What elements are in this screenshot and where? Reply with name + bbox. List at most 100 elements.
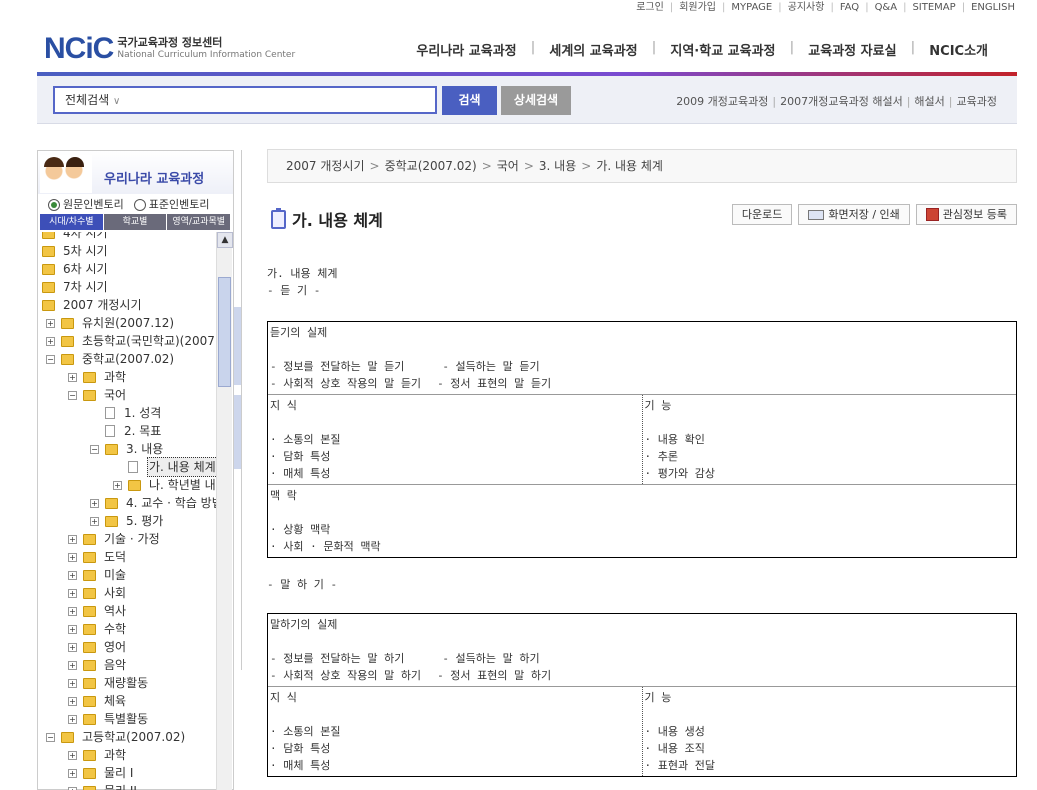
tree-item[interactable]: + 사회 [68, 584, 126, 602]
favorite-button[interactable]: 관심정보 등록 [915, 204, 1017, 225]
tree-item[interactable]: 가. 내용 체계 [113, 457, 216, 477]
topbar-link[interactable]: ENGLISH [971, 2, 1015, 13]
topbar-link[interactable]: 로그인 [636, 2, 664, 13]
scroll-thumb[interactable] [218, 277, 231, 387]
expand-toggle-icon[interactable]: + [90, 516, 99, 526]
tree-item[interactable]: + 수학 [68, 620, 126, 638]
quick-link[interactable]: 교육과정 [957, 95, 997, 108]
expand-toggle-icon[interactable]: + [68, 696, 77, 706]
tree-item[interactable]: + 유치원(2007.12) [46, 314, 174, 332]
tree-item[interactable]: − 국어 [68, 386, 126, 404]
sidebar-collapse-handle[interactable] [234, 307, 241, 385]
topbar-link[interactable]: MYPAGE [731, 2, 772, 13]
expand-toggle-icon[interactable]: − [46, 354, 55, 364]
tree-item[interactable]: + 초등학교(국민학교)(2007.02) [46, 332, 216, 350]
tree-item[interactable]: 5차 시기 [42, 242, 108, 260]
tree-item[interactable]: + 역사 [68, 602, 126, 620]
tree-item[interactable]: + 물리 II [68, 782, 137, 790]
print-button[interactable]: 화면저장 / 인쇄 [798, 204, 910, 225]
tree-item[interactable]: + 기술 · 가정 [68, 530, 160, 548]
tree-item[interactable]: + 체육 [68, 692, 126, 710]
tree-item[interactable]: 2007 개정시기 [42, 296, 142, 314]
tree-item[interactable]: + 도덕 [68, 548, 126, 566]
radio-icon[interactable] [133, 199, 146, 211]
expand-toggle-icon[interactable]: + [68, 642, 77, 652]
expand-toggle-icon[interactable]: + [68, 786, 77, 790]
radio-icon[interactable] [48, 199, 60, 211]
separator: | [669, 2, 674, 13]
topbar-link[interactable]: 공지사항 [788, 2, 825, 13]
breadcrumb-item[interactable]: 중학교(2007.02) [385, 159, 477, 173]
chevron-down-icon[interactable]: ∨ [113, 96, 120, 107]
tree-item[interactable]: + 재량활동 [68, 674, 148, 692]
gnb-item[interactable]: NCIC소개 [915, 40, 1002, 59]
breadcrumb-item[interactable]: 국어 [497, 159, 519, 173]
expand-toggle-icon[interactable]: + [68, 588, 77, 598]
search-button[interactable]: 검색 [442, 86, 497, 115]
topbar-link[interactable]: SITEMAP [912, 2, 955, 13]
topbar-link[interactable]: FAQ [840, 2, 859, 13]
sidebar-collapse-handle[interactable] [234, 395, 241, 469]
quick-link[interactable]: 2007개정교육과정 해설서 [780, 95, 903, 108]
expand-toggle-icon[interactable]: + [113, 480, 122, 490]
tree-item[interactable]: + 특별활동 [68, 710, 148, 728]
breadcrumb-item[interactable]: 가. 내용 체계 [596, 159, 663, 173]
expand-toggle-icon[interactable]: + [90, 498, 99, 508]
expand-toggle-icon[interactable]: + [68, 678, 77, 688]
tree-item[interactable]: 2. 목표 [90, 422, 161, 440]
expand-toggle-icon[interactable]: + [46, 336, 55, 346]
tree-item[interactable]: + 물리 I [68, 764, 133, 782]
expand-toggle-icon[interactable]: + [68, 372, 77, 382]
download-button[interactable]: 다운로드 [731, 204, 793, 225]
search-scope-select[interactable]: 전체검색 [65, 93, 109, 107]
breadcrumb-item[interactable]: 2007 개정시기 [286, 159, 365, 173]
ncic-logo[interactable]: NCiC 국가교육과정 정보센터 National Curriculum Inf… [44, 34, 295, 64]
tree-item[interactable]: − 중학교(2007.02) [46, 350, 174, 368]
expand-toggle-icon[interactable]: + [68, 606, 77, 616]
topbar-link[interactable]: 회원가입 [679, 2, 716, 13]
inventory-radio[interactable]: 원문인벤토리 [48, 196, 124, 212]
gnb-item[interactable]: 세계의 교육과정 [535, 40, 651, 59]
expand-toggle-icon[interactable]: + [68, 552, 77, 562]
expand-toggle-icon[interactable]: + [68, 624, 77, 634]
gnb-item[interactable]: 우리나라 교육과정 [402, 40, 530, 59]
expand-toggle-icon[interactable]: − [68, 390, 77, 400]
expand-toggle-icon[interactable]: + [68, 570, 77, 580]
tree-item[interactable]: − 3. 내용 [90, 440, 163, 458]
expand-toggle-icon[interactable]: + [68, 714, 77, 724]
tree-item[interactable]: +5. 평가 [90, 512, 163, 530]
tree-item[interactable]: + 영어 [68, 638, 126, 656]
tree-scrollbar[interactable]: ▲ [216, 232, 233, 790]
inventory-radio[interactable]: 표준인벤토리 [133, 196, 209, 212]
expand-toggle-icon[interactable]: + [46, 318, 55, 328]
tree-item[interactable]: 6차 시기 [42, 260, 108, 278]
expand-toggle-icon[interactable]: + [68, 768, 77, 778]
expand-toggle-icon[interactable]: + [68, 660, 77, 670]
tree-item[interactable]: + 음악 [68, 656, 126, 674]
quick-link[interactable]: 2009 개정교육과정 [676, 95, 768, 108]
sidebar-tab[interactable]: 학교별 [103, 214, 167, 230]
tree-item[interactable]: +4. 교수 · 학습 방법 [90, 494, 216, 512]
tree-item[interactable]: 7차 시기 [42, 278, 108, 296]
expand-toggle-icon[interactable]: + [68, 750, 77, 760]
detail-search-button[interactable]: 상세검색 [501, 86, 571, 115]
tree-item[interactable]: 1. 성격 [90, 404, 161, 422]
tree-item[interactable]: + 과학 [68, 746, 126, 764]
search-input[interactable]: 전체검색 ∨ [53, 86, 437, 114]
expand-toggle-icon[interactable]: − [46, 732, 55, 742]
tree-item[interactable]: + 과학 [68, 368, 126, 386]
scroll-up-icon[interactable]: ▲ [217, 232, 233, 248]
quick-link[interactable]: 해설서 [914, 95, 944, 108]
expand-toggle-icon[interactable]: − [90, 444, 99, 454]
sidebar-tab[interactable]: 영역/교과목별 [167, 214, 231, 230]
expand-toggle-icon[interactable]: + [68, 534, 77, 544]
tree-item[interactable]: − 고등학교(2007.02) [46, 728, 185, 746]
topbar-link[interactable]: Q&A [875, 2, 898, 13]
tree-item[interactable]: 4차 시기 [42, 232, 108, 242]
gnb-item[interactable]: 지역·학교 교육과정 [656, 40, 789, 59]
sidebar-tab[interactable]: 시대/차수별 [40, 214, 103, 230]
breadcrumb-item[interactable]: 3. 내용 [539, 159, 576, 173]
tree-item[interactable]: + 나. 학년별 내용 [113, 476, 216, 494]
tree-item[interactable]: + 미술 [68, 566, 126, 584]
gnb-item[interactable]: 교육과정 자료실 [794, 40, 910, 59]
